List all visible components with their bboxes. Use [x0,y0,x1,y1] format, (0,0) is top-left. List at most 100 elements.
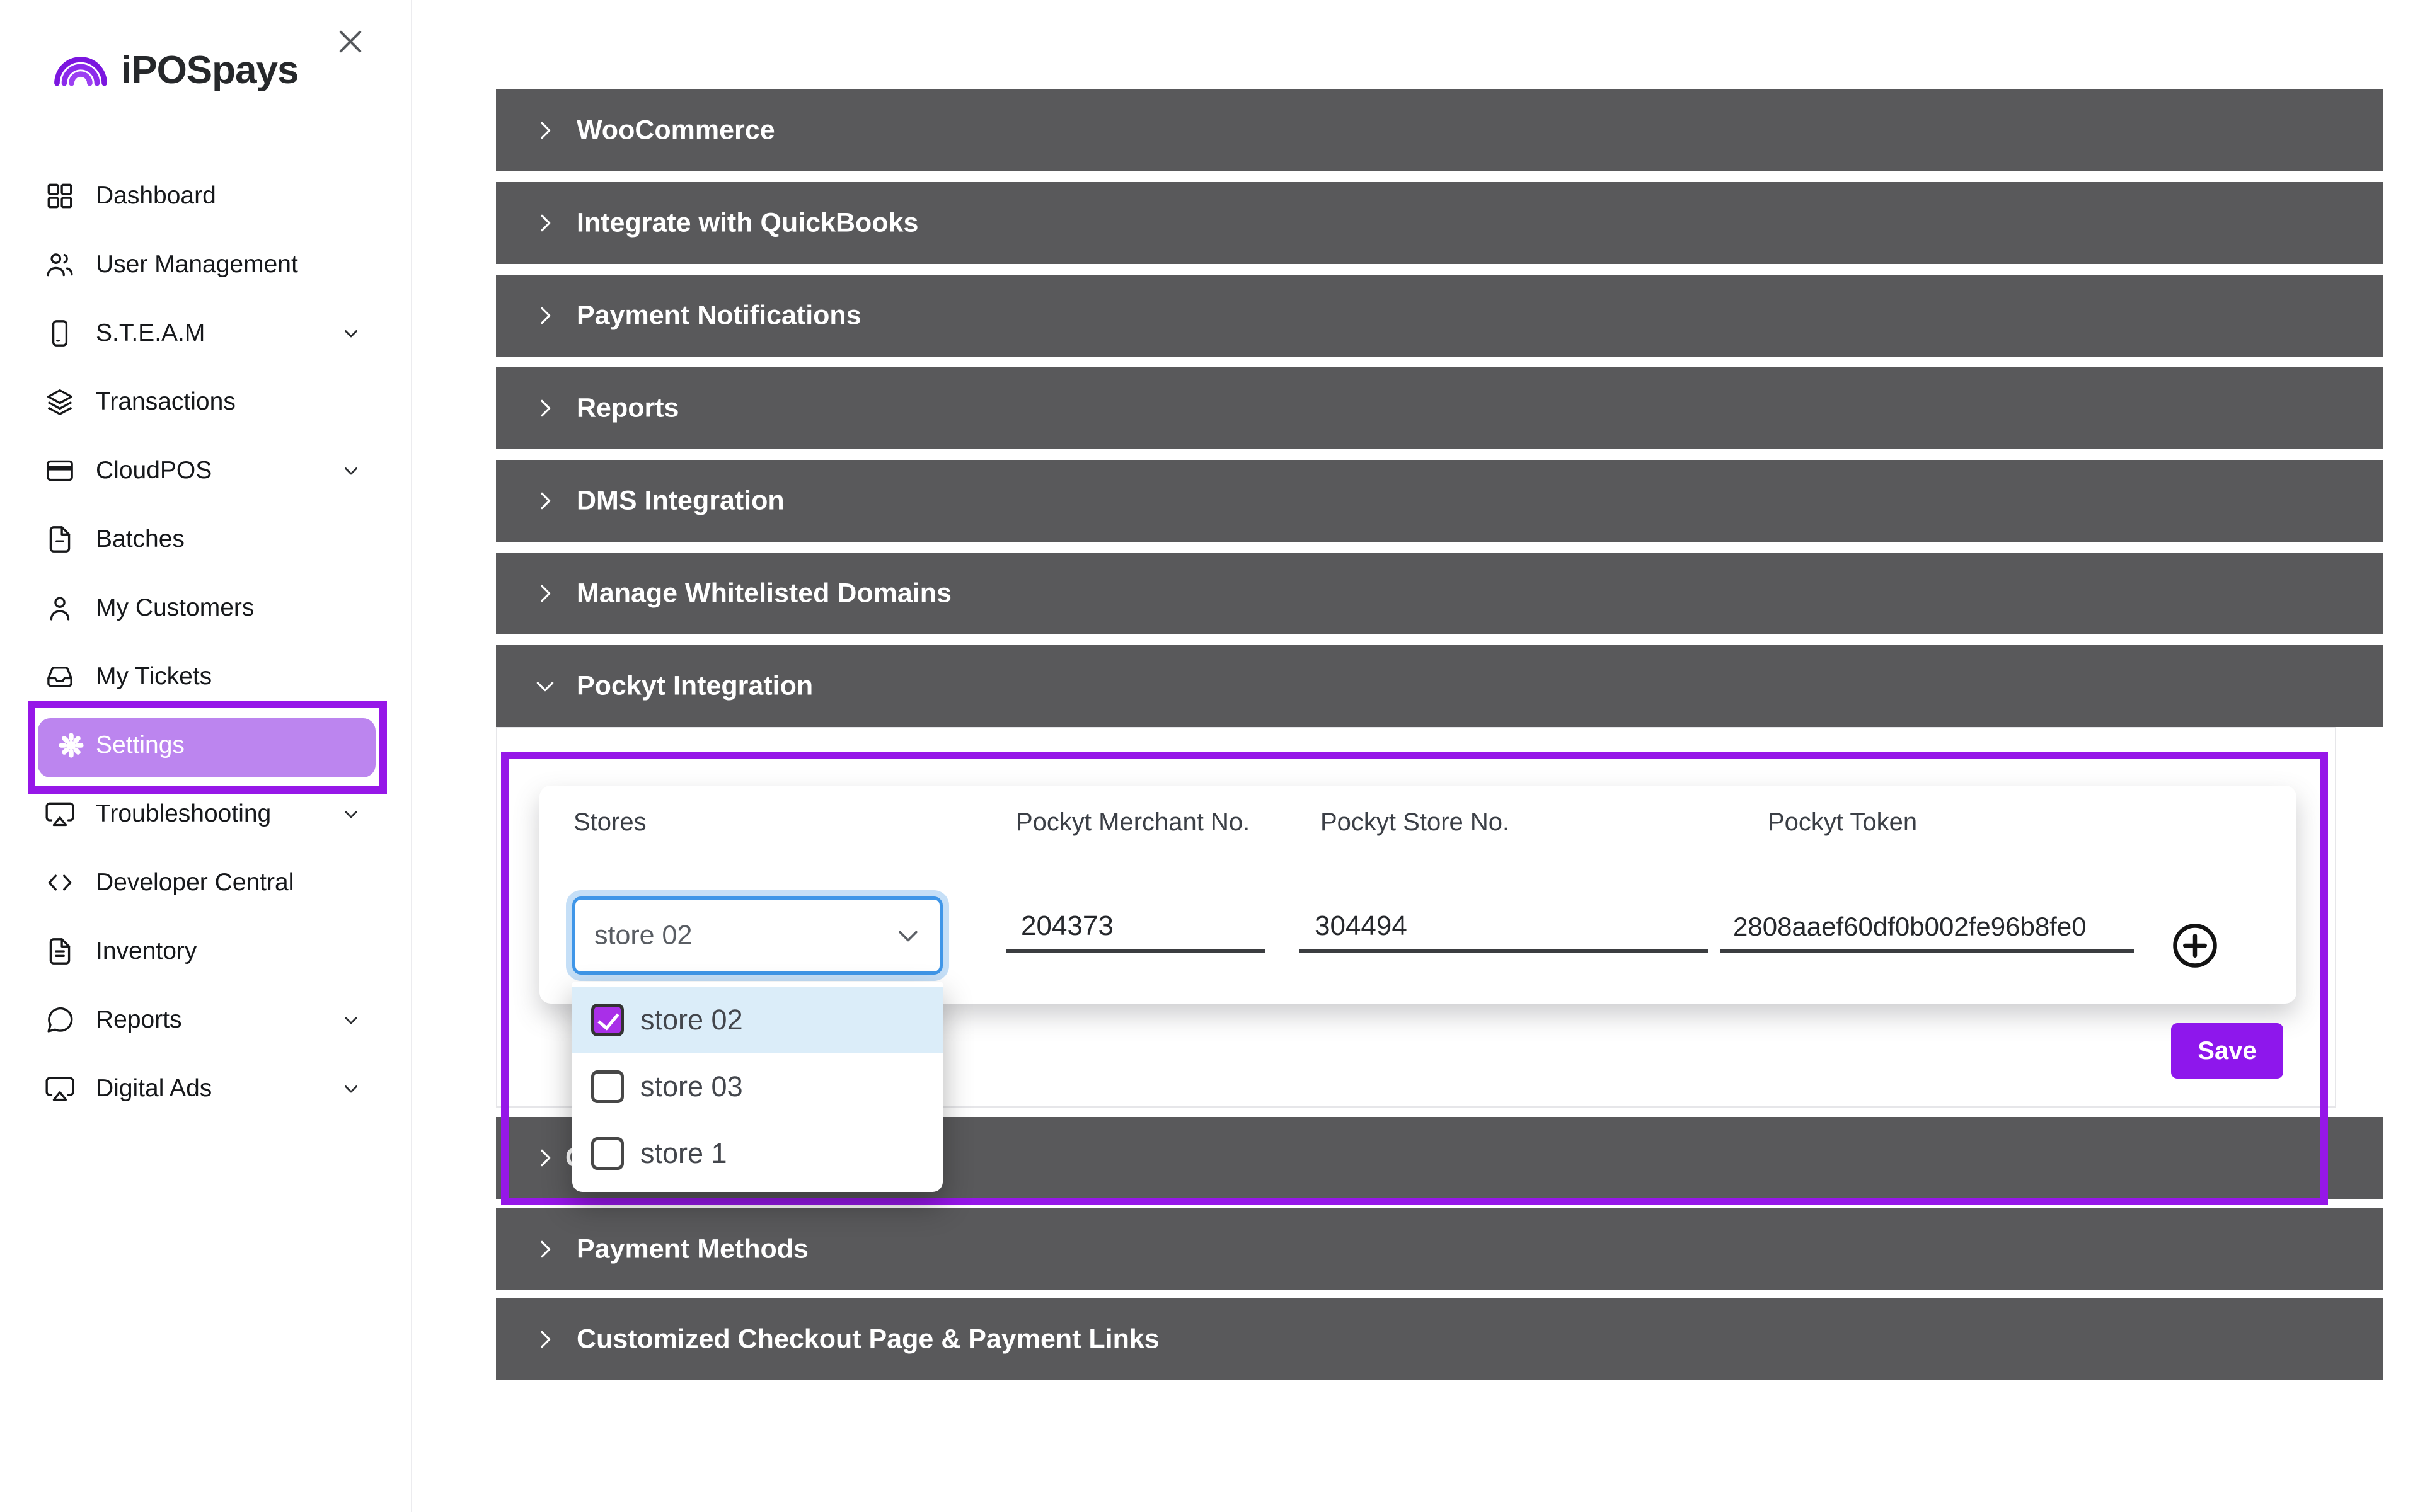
chevron-down-icon [894,922,922,950]
accordion-reports[interactable]: Reports [496,367,2383,449]
chevron-down-icon [340,323,362,344]
sidebar-item-label: User Management [96,251,298,278]
sidebar-item-label: Batches [96,525,185,553]
sidebar-item-transactions[interactable]: Transactions [0,367,411,436]
chevron-right-icon [533,118,558,143]
sidebar-item-label: Troubleshooting [96,800,271,828]
sidebar-item-batches[interactable]: Batches [0,505,411,573]
sidebar-item-inventory[interactable]: Inventory [0,917,411,985]
token-input[interactable]: 2808aaef60df0b002fe96b8fe0 [1720,900,2134,953]
merchant-no-value: 204373 [1021,910,1114,942]
chevron-right-icon [533,581,558,606]
accordion-woocommerce[interactable]: WooCommerce [496,89,2383,171]
add-row-icon[interactable] [2168,919,2222,973]
merchant-no-input[interactable]: 204373 [1006,900,1265,953]
accordion-label: Payment Notifications [577,301,861,331]
screen-cast-icon [44,798,76,830]
chevron-right-icon [533,303,558,328]
code-icon [44,867,76,898]
dropdown-option-label: store 1 [640,1137,727,1170]
credit-card-icon [44,455,76,486]
accordion-label: Manage Whitelisted Domains [577,578,952,609]
person-icon [44,592,76,624]
dashboard-grid-icon [44,180,76,212]
accordion-quickbooks[interactable]: Integrate with QuickBooks [496,182,2383,264]
chevron-right-icon [533,1327,558,1352]
merchant-no-column-label: Pockyt Merchant No. [1016,805,1255,840]
sidebar-item-my-customers[interactable]: My Customers [0,573,411,642]
stores-column-label: Stores [573,805,647,840]
dropdown-option-store-02[interactable]: store 02 [572,987,943,1053]
sidebar-item-label: S.T.E.A.M [96,319,205,347]
chat-bubble-icon [44,1004,76,1036]
checkbox-checked-icon[interactable] [591,1004,624,1036]
accordion-customized-checkout[interactable]: Customized Checkout Page & Payment Links [496,1298,2383,1380]
accordion-label: Reports [577,393,679,424]
save-button[interactable]: Save [2171,1023,2283,1079]
checkbox-unchecked-icon[interactable] [591,1137,624,1170]
stores-dropdown-menu: store 02 store 03 store 1 [572,982,943,1192]
dropdown-option-label: store 02 [640,1004,743,1036]
sidebar-item-label: My Tickets [96,663,212,690]
sidebar-item-dashboard[interactable]: Dashboard [0,161,411,230]
users-icon [44,249,76,280]
sidebar-item-troubleshooting[interactable]: Troubleshooting [0,779,411,848]
sidebar: iPOSpays Dashboard [0,0,412,1512]
sidebar-item-label: Inventory [96,937,197,965]
chevron-down-icon [340,1009,362,1031]
chevron-right-icon [533,488,558,513]
chevron-down-icon [533,673,558,699]
sidebar-item-cloudpos[interactable]: CloudPOS [0,436,411,505]
accordion-label: Customized Checkout Page & Payment Links [577,1324,1160,1355]
app-root: iPOSpays Dashboard [0,0,2420,1512]
accordion-pockyt-integration[interactable]: Pockyt Integration [496,645,2383,727]
sidebar-item-reports[interactable]: Reports [0,985,411,1054]
sidebar-item-label: Dashboard [96,182,216,210]
accordion-label: Payment Methods [577,1234,809,1265]
accordion-label: Pockyt Integration [577,671,813,702]
store-no-input[interactable]: 304494 [1299,900,1708,953]
dropdown-option-label: store 03 [640,1070,743,1103]
sidebar-item-label: My Customers [96,594,254,622]
accordion-label: DMS Integration [577,486,785,517]
sidebar-item-developer-central[interactable]: Developer Central [0,848,411,917]
smartphone-icon [44,318,76,349]
layers-icon [44,386,76,418]
accordion-label: WooCommerce [577,115,775,146]
chevron-right-icon [533,1237,558,1262]
accordion-payment-methods[interactable]: Payment Methods [496,1208,2383,1290]
store-no-column-label: Pockyt Store No. [1320,805,1509,840]
brand-logo-text: iPOSpays [121,48,298,93]
sidebar-item-label: CloudPOS [96,457,212,484]
stores-select-value: store 02 [594,920,692,951]
sidebar-item-label: Digital Ads [96,1075,212,1102]
file-minus-icon [44,524,76,555]
flower-icon [55,730,87,761]
sidebar-item-label: Reports [96,1006,182,1034]
close-icon[interactable] [333,24,368,59]
store-no-value: 304494 [1315,910,1407,942]
accordion-label: Integrate with QuickBooks [577,208,918,239]
sidebar-item-user-management[interactable]: User Management [0,230,411,299]
sidebar-item-my-tickets[interactable]: My Tickets [0,642,411,711]
accordion-dms-integration[interactable]: DMS Integration [496,460,2383,542]
chevron-down-icon [340,460,362,481]
sidebar-item-label: Settings [96,731,185,759]
brand-rainbow-icon [48,44,113,89]
chevron-down-icon [340,803,362,825]
chevron-right-icon [533,396,558,421]
settings-active-pill [38,718,376,777]
dropdown-option-store-1[interactable]: store 1 [572,1120,943,1187]
token-value: 2808aaef60df0b002fe96b8fe0 [1733,912,2087,942]
sidebar-item-steam[interactable]: S.T.E.A.M [0,299,411,367]
accordion-whitelisted-domains[interactable]: Manage Whitelisted Domains [496,553,2383,634]
chevron-down-icon [340,1078,362,1099]
sidebar-item-label: Developer Central [96,869,294,896]
checkbox-unchecked-icon[interactable] [591,1070,624,1103]
stores-select[interactable]: store 02 [572,896,943,975]
sidebar-item-digital-ads[interactable]: Digital Ads [0,1054,411,1123]
token-column-label: Pockyt Token [1768,805,1917,840]
accordion-payment-notifications[interactable]: Payment Notifications [496,275,2383,357]
chevron-right-icon [533,210,558,236]
dropdown-option-store-03[interactable]: store 03 [572,1053,943,1120]
